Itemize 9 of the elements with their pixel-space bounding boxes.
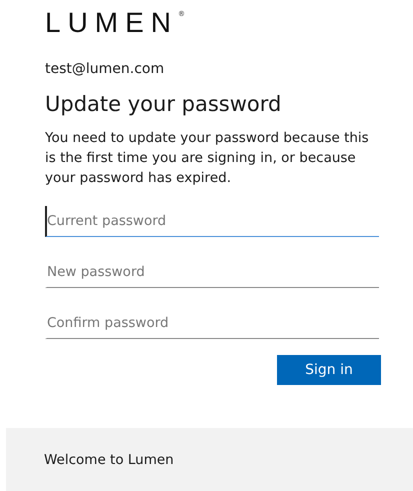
logo: LUMEN xyxy=(45,8,178,38)
description-text: You need to update your password because this is the first time you are signing in, or because your password has expired. xyxy=(45,129,370,188)
account-email: test@lumen.com xyxy=(45,60,166,78)
password-field[interactable]: New password xyxy=(45,257,379,288)
password-field[interactable]: Confirm password xyxy=(45,308,379,339)
footer-text: Welcome to Lumen xyxy=(44,452,174,468)
password-field[interactable]: Current password xyxy=(45,206,379,237)
sign-in-button[interactable]: Sign in xyxy=(277,355,381,385)
page-title: Update your password xyxy=(45,91,282,118)
